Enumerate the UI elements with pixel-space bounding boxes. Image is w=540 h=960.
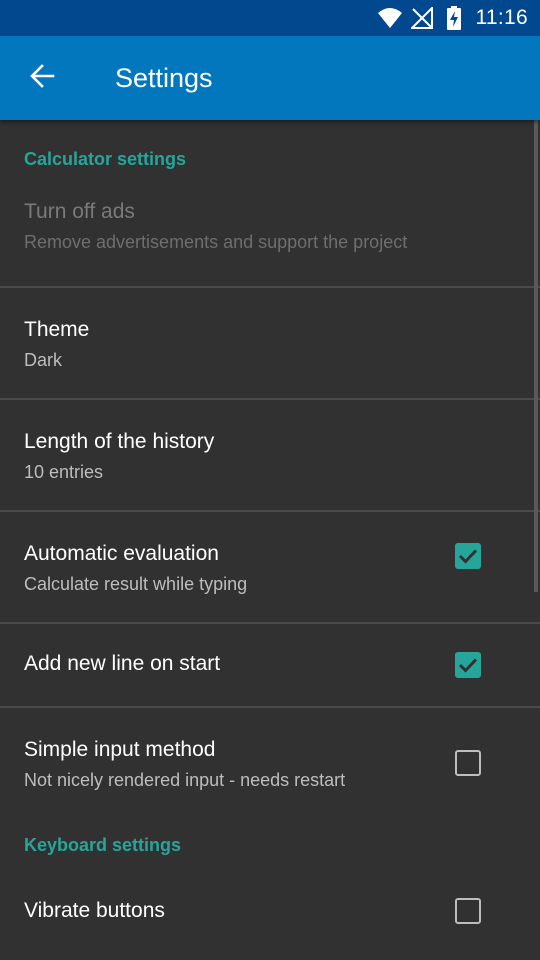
app-bar: Settings (0, 36, 540, 120)
checkmark-icon (458, 549, 478, 564)
vibrate-buttons-checkbox[interactable] (455, 898, 481, 924)
checkmark-icon (458, 658, 478, 673)
add-new-line-checkbox[interactable] (455, 652, 481, 678)
pref-automatic-evaluation[interactable]: Automatic evaluation Calculate result wh… (0, 512, 540, 622)
status-time: 11:16 (475, 6, 528, 29)
category-calculator-settings: Calculator settings (24, 149, 187, 169)
pref-summary: Remove advertisements and support the pr… (24, 232, 408, 252)
pref-theme[interactable]: Theme Dark (0, 288, 540, 398)
pref-history-length[interactable]: Length of the history 10 entries (0, 400, 540, 510)
no-signal-icon (410, 6, 434, 30)
page-title: Settings (115, 62, 213, 93)
pref-summary: 10 entries (24, 462, 104, 482)
pref-simple-input-method[interactable]: Simple input method Not nicely rendered … (0, 708, 540, 816)
pref-title: Theme (24, 318, 90, 341)
battery-charging-icon (442, 6, 466, 30)
pref-vibrate-buttons[interactable]: Vibrate buttons (0, 884, 540, 960)
category-keyboard-settings: Keyboard settings (24, 835, 182, 855)
pref-summary: Dark (24, 350, 63, 370)
pref-summary: Calculate result while typing (24, 574, 248, 594)
status-bar: 11:16 (0, 0, 540, 36)
automatic-evaluation-checkbox[interactable] (455, 543, 481, 569)
simple-input-checkbox[interactable] (455, 750, 481, 776)
pref-turn-off-ads: Turn off ads Remove advertisements and s… (0, 200, 540, 286)
arrow-back-icon (29, 63, 55, 94)
wifi-icon (377, 6, 402, 30)
pref-title: Length of the history (24, 430, 215, 453)
settings-list[interactable]: Calculator settings Turn off ads Remove … (0, 120, 540, 960)
back-button[interactable] (14, 50, 70, 106)
pref-add-new-line[interactable]: Add new line on start (0, 624, 540, 706)
pref-title: Turn off ads (24, 200, 135, 223)
